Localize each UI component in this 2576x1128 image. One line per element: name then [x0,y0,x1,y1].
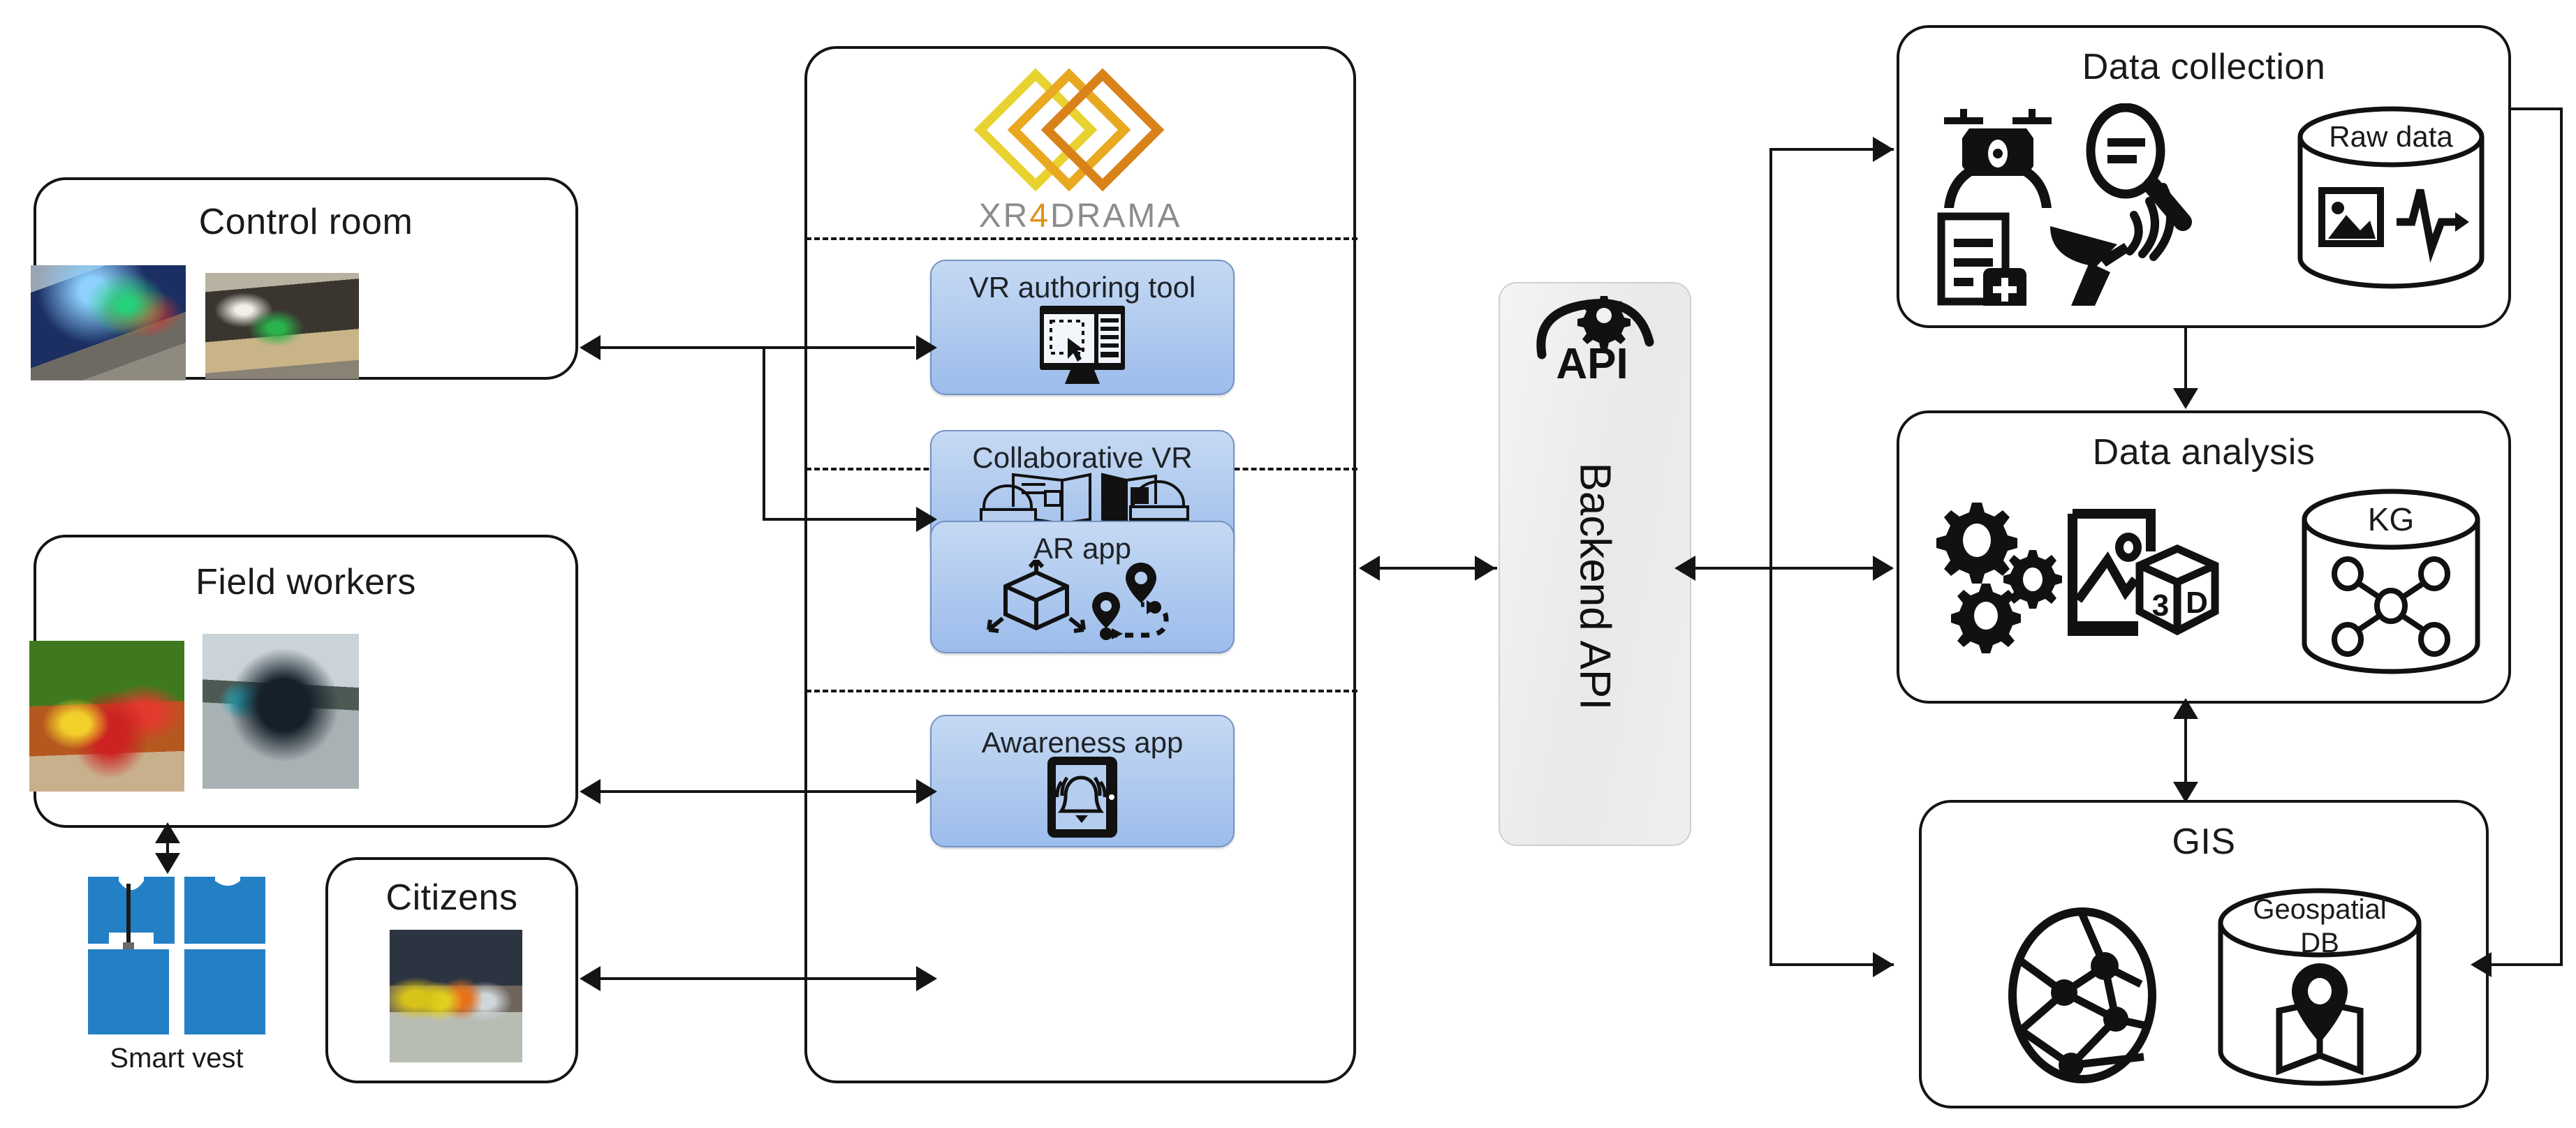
data-analysis-panel[interactable]: Data analysis 3 D KG [1897,410,2511,704]
smart-vest-label: Smart vest [110,1043,244,1074]
module-vr-authoring-tool-label: VR authoring tool [969,271,1196,304]
xr4drama-logo-icon [973,68,1165,192]
collection-analysis-line [2184,328,2187,391]
api-badge-text: API [1556,340,1628,388]
kg-label: KG [2368,501,2414,537]
citizens-awareness-arrow-right [916,966,937,991]
field-ar-arrow-left [580,779,601,804]
xr4drama-platform-panel[interactable]: XR4DRAMA VR authoring tool Collaborative… [804,46,1357,1083]
vest-fieldworkers-arrow-down [155,853,180,874]
control-vr-arrow-left [580,335,601,360]
geospatial-db-database[interactable]: Geospatial DB [2215,888,2424,1090]
image-3d-icon: 3 D [2068,509,2219,636]
data-collection-panel[interactable]: Data collection Raw data [1897,25,2511,328]
control-collabvr-arrow [916,507,937,532]
module-vr-authoring-tool[interactable]: VR authoring tool [930,260,1235,395]
collection-gis-bottom-line [2492,963,2561,966]
vest-icon [88,877,265,1034]
xr4drama-wordmark: XR4DRAMA [807,197,1353,235]
backend-api-label: Backend API [1570,462,1619,711]
collection-gis-arrow [2471,952,2492,977]
document-add-icon [1937,212,2026,306]
wordmark-suffix: DRAMA [1050,198,1182,235]
field-workers-title: Field workers [196,562,416,602]
module-awareness-app[interactable]: Awareness app [930,715,1235,847]
raw-data-label: Raw data [2329,120,2453,153]
smart-vest-group[interactable]: Smart vest [82,864,271,1094]
api-gear-icon: API [1536,296,1654,388]
platform-divider-1 [806,237,1357,240]
collection-gis-top-line [2511,107,2563,110]
satellite-dish-icon [2050,183,2175,306]
gears-icon [1936,503,2062,653]
svg-text:D: D [2186,586,2208,620]
photographer-flood-photo [203,634,359,789]
data-analysis-title: Data analysis [2092,432,2316,473]
image-icon [2318,187,2384,247]
field-workers-panel[interactable]: Field workers [29,535,578,828]
api-gis-arrow [1873,952,1894,977]
collection-analysis-arrow [2173,388,2198,409]
monitor-authoring-icon [1040,306,1125,384]
ar-cube-waypoints-icon [987,560,1169,640]
wordmark-accent-digit: 4 [1029,198,1051,235]
citizens-title: Citizens [385,877,518,918]
platform-divider-3 [806,690,1357,692]
vest-fieldworkers-arrow-up [155,822,180,843]
citizens-rain-boots-photo [390,930,522,1062]
citizens-panel[interactable]: Citizens [325,857,578,1083]
field-ar-line [601,790,916,793]
architecture-diagram: Control room Field workers Smart vest Ci… [0,0,2576,1128]
api-services-line [1694,567,1892,570]
control-vr-arrow-right [916,335,937,360]
rescue-team-boat-photo [29,641,184,792]
svg-text:3: 3 [2152,588,2169,623]
control-vr-line [601,346,915,349]
control-collabvr-branch-v [763,346,765,519]
control-room-monitors-photo [31,265,186,380]
backend-api-box[interactable]: API Backend API [1499,282,1691,846]
api-analysis-arrow [1873,556,1894,581]
control-collabvr-branch-h [763,518,916,521]
raw-data-database[interactable]: Raw data [2296,106,2486,289]
data-collection-title: Data collection [2082,47,2326,87]
citizens-awareness-arrow-left [580,966,601,991]
citizens-awareness-line [601,977,916,980]
tablet-bell-icon [1047,757,1117,838]
drone-icon [1944,109,2052,208]
api-services-arrow-left [1675,556,1695,581]
gis-title: GIS [2172,822,2236,862]
geospatial-db-label-line1: Geospatial [2253,894,2386,925]
platform-api-arrow-left [1359,556,1380,581]
field-ar-arrow-right [916,779,937,804]
wordmark-prefix: XR [978,198,1030,235]
api-collection-arrow [1873,137,1894,162]
kg-database[interactable]: KG [2300,489,2482,676]
gis-panel[interactable]: GIS Geospatial DB [1919,800,2489,1108]
control-room-panel[interactable]: Control room [31,177,578,380]
geospatial-db-label-line2: DB [2300,928,2339,958]
services-trunk [1769,148,1772,966]
collection-gis-right-line [2560,107,2563,966]
platform-api-arrow-right [1475,556,1496,581]
analysis-gis-arrow-up [2173,698,2198,719]
module-awareness-app-label: Awareness app [981,726,1184,759]
module-ar-app[interactable]: AR app [930,521,1235,653]
module-collaborative-vr-label: Collaborative VR [972,441,1193,474]
globe-network-icon [2008,907,2156,1083]
control-room-title: Control room [198,202,413,242]
broadcast-studio-photo [205,273,359,379]
